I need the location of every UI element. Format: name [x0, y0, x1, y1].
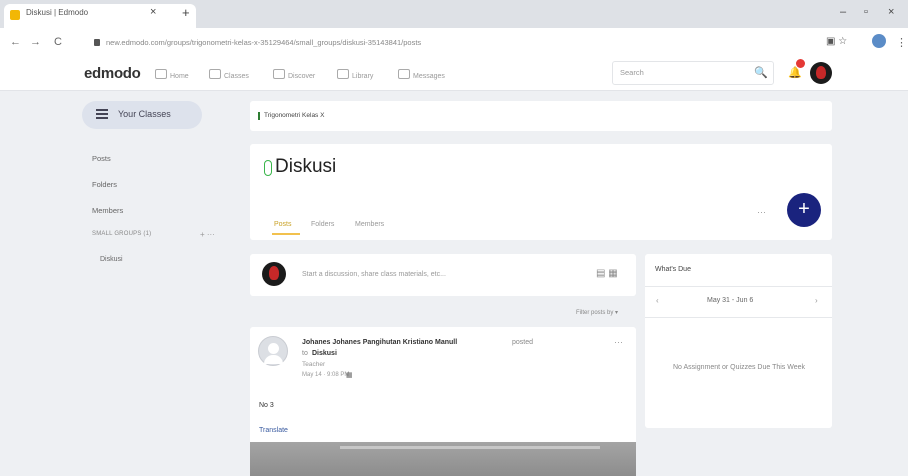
messages-icon: [398, 69, 410, 79]
your-classes-label: Your Classes: [118, 109, 171, 119]
translate-link[interactable]: Translate: [259, 427, 288, 434]
sidebar-item-members[interactable]: Members: [92, 206, 123, 215]
window-minimize-button[interactable]: –: [840, 6, 846, 18]
add-small-group-button[interactable]: + ···: [200, 230, 215, 239]
nav-home-label: Home: [170, 73, 189, 80]
due-date-range: May 31 - Jun 6: [707, 297, 754, 304]
class-color-mark: [258, 112, 260, 120]
create-post-button[interactable]: +: [787, 193, 821, 227]
divider: [645, 317, 832, 318]
page-title: Diskusi: [275, 156, 337, 177]
new-tab-button[interactable]: +: [182, 5, 190, 20]
tab-posts[interactable]: Posts: [274, 221, 292, 228]
chevron-right-icon[interactable]: ›: [815, 296, 818, 305]
browser-menu-icon[interactable]: ⋮: [896, 36, 907, 49]
breadcrumb-class-link[interactable]: Trigonometri Kelas X: [264, 112, 324, 119]
url-text[interactable]: new.edmodo.com/groups/trigonometri-kelas…: [106, 38, 421, 47]
post-timestamp: May 14 · 9:08 PM: [302, 372, 350, 378]
notification-badge: [796, 59, 805, 68]
small-groups-heading: SMALL GROUPS (1): [92, 231, 152, 237]
post-author-name[interactable]: Johanes Johanes Pangihutan Kristiano Man…: [302, 339, 457, 346]
window-maximize-button[interactable]: ▫: [864, 6, 868, 18]
nav-messages[interactable]: Messages: [398, 69, 445, 80]
nav-library[interactable]: Library: [337, 69, 373, 80]
nav-library-label: Library: [352, 73, 374, 80]
extension-icons[interactable]: ▣ ☆: [826, 36, 847, 47]
post-author-avatar[interactable]: [258, 336, 288, 366]
tab-members[interactable]: Members: [355, 221, 384, 228]
library-icon: [337, 69, 349, 79]
group-header-card: [250, 144, 832, 240]
nav-classes[interactable]: Classes: [209, 69, 249, 80]
sidebar-item-folders[interactable]: Folders: [92, 180, 117, 189]
due-empty-message: No Assignment or Quizzes Due This Week: [672, 364, 806, 371]
lock-icon: [94, 39, 100, 46]
sidebar-item-diskusi[interactable]: Diskusi: [100, 256, 123, 263]
forward-button[interactable]: →: [30, 36, 41, 48]
nav-home[interactable]: Home: [155, 69, 189, 80]
nav-classes-label: Classes: [224, 73, 249, 80]
active-tab-indicator: [272, 233, 300, 235]
whats-due-card: [645, 254, 832, 428]
chevron-left-icon[interactable]: ‹: [656, 296, 659, 305]
classes-icon: [209, 69, 221, 79]
search-icon[interactable]: 🔍: [754, 66, 768, 79]
attachment-icons[interactable]: ▤ ▦: [596, 268, 618, 279]
edmodo-logo[interactable]: edmodo: [84, 65, 141, 82]
nav-discover[interactable]: Discover: [273, 69, 315, 80]
avatar[interactable]: [810, 62, 832, 84]
whats-due-title: What's Due: [655, 266, 691, 273]
nav-discover-label: Discover: [288, 73, 316, 80]
post-author-role: Teacher: [302, 361, 326, 368]
discover-icon: [273, 69, 285, 79]
tab-folders[interactable]: Folders: [311, 221, 334, 228]
group-icon: [264, 160, 272, 176]
avatar: [262, 262, 286, 286]
nav-messages-label: Messages: [413, 73, 445, 80]
divider: [645, 286, 832, 287]
visibility-icon: ▦: [346, 372, 353, 379]
filter-posts-dropdown[interactable]: Filter posts by ▾: [576, 309, 618, 316]
browser-profile-icon[interactable]: [872, 34, 886, 48]
tab-title: Diskusi | Edmodo: [26, 8, 89, 17]
post-more-button[interactable]: ···: [614, 337, 623, 347]
composer-placeholder[interactable]: Start a discussion, share class material…: [302, 271, 446, 278]
tab-favicon-icon: [10, 10, 20, 20]
post-posted-text: posted: [512, 339, 534, 346]
menu-icon: [96, 109, 108, 119]
group-more-button[interactable]: ···: [757, 207, 766, 217]
sidebar-item-posts[interactable]: Posts: [92, 154, 111, 163]
post-to-text: to: [302, 350, 308, 357]
home-icon: [155, 69, 167, 79]
post-attachment-image[interactable]: [250, 442, 636, 476]
tab-close-icon[interactable]: ×: [150, 6, 156, 18]
breadcrumb: [250, 101, 832, 131]
post-body-text: No 3: [259, 402, 274, 409]
reload-button[interactable]: C: [54, 36, 62, 48]
back-button[interactable]: ←: [10, 36, 21, 48]
search-placeholder: Search: [620, 68, 644, 77]
window-close-button[interactable]: ×: [888, 6, 894, 18]
post-group-link[interactable]: Diskusi: [312, 350, 337, 357]
